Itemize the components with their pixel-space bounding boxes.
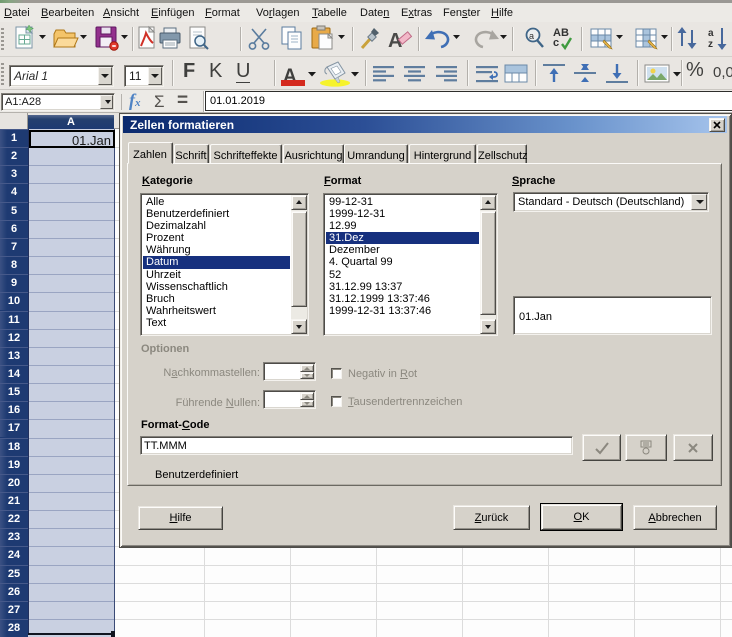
svg-text:z: z — [708, 39, 713, 50]
svg-text:a: a — [529, 31, 534, 41]
svg-text:c: c — [553, 37, 559, 49]
svg-text:a: a — [708, 28, 714, 39]
